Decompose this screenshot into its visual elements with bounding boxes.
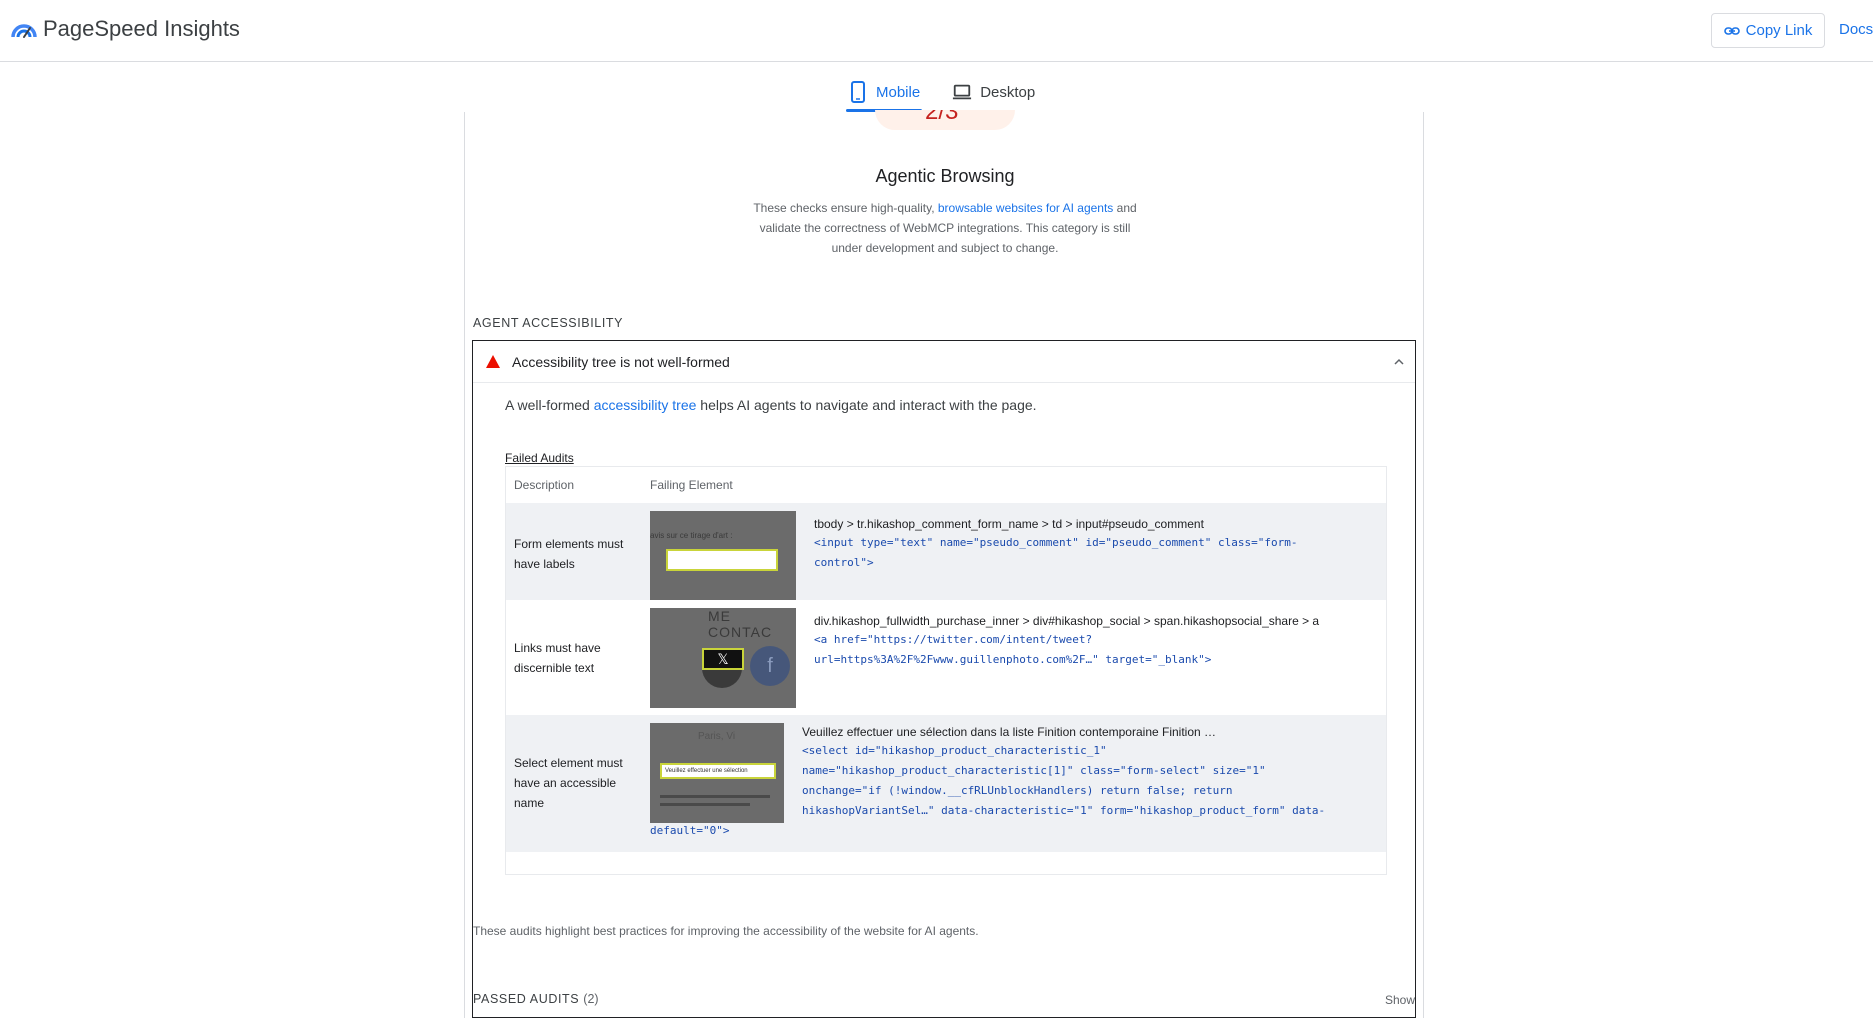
node-path[interactable]: Veuillez effectuer une sélection dans la… [802,725,1216,739]
table-row: Links must have discernible text ME CONT… [506,600,1386,715]
node-snippet[interactable]: <input type="text" name="pseudo_comment"… [814,533,1297,573]
link-icon [1723,26,1740,35]
group-title: AGENT ACCESSIBILITY [473,316,624,330]
table-row: Form elements must have labels avis sur … [506,503,1386,611]
facebook-icon: f [750,646,790,686]
element-screenshot[interactable]: Paris, Vi Veuillez effectuer une sélecti… [650,723,784,823]
node-snippet[interactable]: <a href="https://twitter.com/intent/twee… [814,630,1211,670]
table-row: Select element must have an accessible n… [506,715,1386,852]
audit-title: Accessibility tree is not well-formed [512,354,730,370]
node-snippet-tail[interactable]: default="0"> [650,821,729,841]
phone-icon [851,81,865,103]
browsable-websites-link[interactable]: browsable websites for AI agents [938,201,1113,215]
row-description: Select element must have an accessible n… [514,756,623,810]
gauge-score-text: 2/3 [925,110,959,125]
tab-mobile[interactable]: Mobile [846,74,923,112]
audit-description: A well-formed accessibility tree helps A… [505,397,1037,413]
pagespeed-logo-icon[interactable] [10,17,38,41]
copy-link-button[interactable]: Copy Link [1711,13,1825,48]
row-description: Links must have discernible text [514,641,601,675]
element-screenshot[interactable]: avis sur ce tirage d'art : [650,511,796,611]
laptop-icon [953,84,972,100]
category-title: Agentic Browsing [875,166,1015,186]
audit-header[interactable]: Accessibility tree is not well-formed [473,341,1415,383]
row-description: Form elements must have labels [514,537,624,571]
col-failing-element: Failing Element [650,478,733,492]
fail-triangle-icon [486,355,500,368]
device-tabs: Mobile Desktop [846,74,1037,112]
passed-audits-header[interactable]: PASSED AUDITS (2) [473,992,599,1006]
node-path[interactable]: tbody > tr.hikashop_comment_form_name > … [814,517,1204,531]
score-gauge: 2/3 [875,110,1015,130]
screenshot-text: avis sur ce tirage d'art : [650,531,733,540]
group-footer: These audits highlight best practices fo… [473,924,979,938]
table-header: Description Failing Element [506,467,1386,503]
copy-link-label: Copy Link [1745,22,1813,39]
show-toggle[interactable]: Show [1385,993,1415,1007]
docs-link[interactable]: Docs [1839,21,1873,38]
screenshot-text: Veuillez effectuer une sélection [660,763,776,779]
tab-desktop-label: Desktop [980,83,1036,101]
passed-audits-count: (2) [583,992,599,1006]
element-screenshot[interactable]: ME CONTAC f 𝕏 [650,608,796,708]
col-description: Description [514,478,575,492]
category-description: These checks ensure high-quality, browsa… [753,201,1137,255]
tab-desktop[interactable]: Desktop [950,74,1037,110]
failed-audits-label: Failed Audits [505,451,574,465]
top-bar: PageSpeed Insights Copy Link Docs [0,0,1873,62]
tab-mobile-label: Mobile [876,83,921,101]
audit-accessibility-tree: Accessibility tree is not well-formed A … [472,340,1416,1018]
node-snippet[interactable]: <select id="hikashop_product_characteris… [802,741,1325,821]
node-path[interactable]: div.hikashop_fullwidth_purchase_inner > … [814,614,1319,628]
accessibility-tree-link[interactable]: accessibility tree [594,397,697,413]
highlight-box [666,549,778,571]
chevron-up-icon[interactable] [1393,356,1405,368]
failing-elements-table: Description Failing Element Form element… [505,466,1387,875]
screenshot-text: ME CONTAC [708,608,773,640]
x-icon: 𝕏 [702,648,744,670]
brand-title[interactable]: PageSpeed Insights [43,16,240,42]
report-column: 2/3 Agentic Browsing These checks ensure… [464,110,1424,1018]
passed-audits-label: PASSED AUDITS [473,992,580,1006]
